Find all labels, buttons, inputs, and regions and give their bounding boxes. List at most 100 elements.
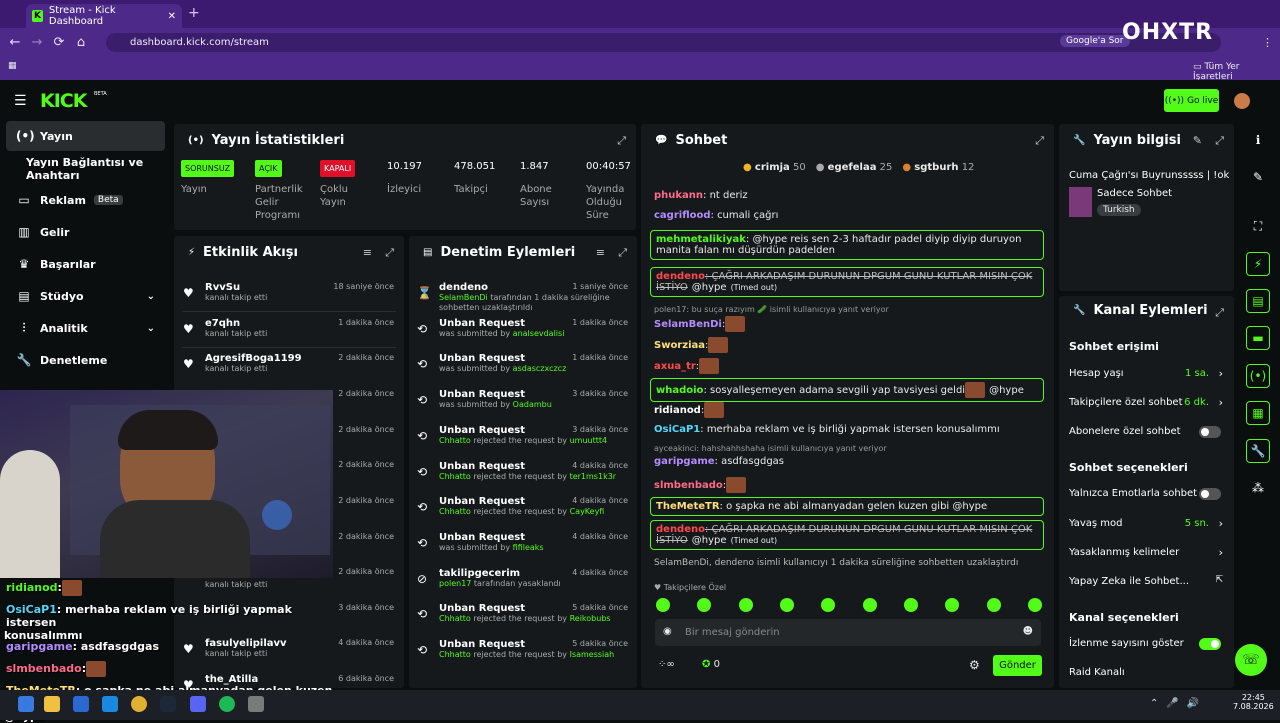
kick-logo[interactable]: KICK [40,90,87,112]
chat-message[interactable]: ayceakinci: hahshahhshaha isimli kullanı… [654,444,1046,453]
chat-message[interactable]: dendeno: ÇAĞRI ARKADAŞIM DURUNUN DPGUM G… [650,520,1044,550]
chat-username[interactable]: OsiCaP1 [654,424,700,435]
sidebar-item-stream[interactable]: (•) Yayın [6,121,165,151]
gear-icon[interactable]: ⚙ [969,658,980,672]
close-icon[interactable]: ✕ [168,11,176,22]
chat-message[interactable]: phukann: nt deriz [654,190,1046,201]
chat-username[interactable]: ridianod [654,405,701,416]
raid-setting[interactable]: Raid Kanalı [1069,667,1225,678]
url-input[interactable]: dashboard.kick.com/stream [106,33,1221,52]
account-age-setting[interactable]: Hesap yaşı 1 sa. › [1069,367,1225,380]
emote-icon[interactable] [1027,598,1042,612]
chat-message[interactable]: cagriflood: cumali çağrı [654,210,1046,221]
moderation-row[interactable]: ⟲ Unban Request was submitted by fifileaks… [417,532,628,566]
chrome-icon[interactable] [131,696,147,712]
browser-tab[interactable]: K Stream - Kick Dashboard ✕ [26,4,182,28]
clock[interactable]: 22:45 7.08.2026 [1233,693,1274,711]
discord-icon[interactable] [190,696,206,712]
fullscreen-icon[interactable]: ⛶ [1246,214,1270,238]
viewer-count-setting[interactable]: İzlenme sayısını göster [1069,638,1225,650]
edge-icon[interactable] [102,696,118,712]
edit-icon[interactable]: ✎ [1193,134,1202,147]
emote-icon[interactable] [779,598,794,612]
all-bookmarks[interactable]: ▭ Tüm Yer İşaretleri [1193,62,1280,82]
moderation-row[interactable]: ⟲ Unban Request Chhatto rejected the reque… [417,425,628,459]
chat-message[interactable]: OsiCaP1: merhaba reklam ve iş birliği ya… [654,424,1046,435]
chat-username[interactable]: slmbenbado [654,480,723,491]
chat-message[interactable]: polen17: bu suça razıyım 🥒 isimli kullan… [654,305,1046,314]
subs-chat-setting[interactable]: Abonelere özel sohbet [1069,426,1225,438]
chat-message[interactable]: slmbenbado: [654,477,1046,493]
emote-icon[interactable] [697,598,712,612]
moderation-row[interactable]: ⟲ Unban Request was submitted by Oadambu 3 … [417,389,628,423]
forward-icon[interactable]: → [26,35,48,50]
apps-icon[interactable]: ⁂ [1246,476,1270,500]
chat-icon[interactable]: ▬ [1246,326,1270,350]
chat-message[interactable]: ridianod: [654,402,1046,418]
chat-message[interactable]: garipgame: asdfasgdgas [654,456,1046,467]
moderation-row[interactable]: ⟲ Unban Request Chhatto rejected the reque… [417,639,628,673]
chat-username[interactable]: dendeno [656,524,705,535]
emotes-only-setting[interactable]: Yalnızca Emotlarla sohbet [1069,488,1225,500]
explorer-icon[interactable] [44,696,60,712]
chat-message[interactable]: axua_tr: [654,358,1046,374]
go-live-button[interactable]: ((•)) Go live [1164,89,1219,112]
sidebar-item-stream-key[interactable]: Yayın Bağlantısı ve Anahtarı [6,154,165,184]
chat-input[interactable]: ◉ Bir mesaj gönderin ☻ [655,619,1041,646]
chat-username[interactable]: garipgame [654,456,715,467]
chat-message[interactable]: Sworziaa: [654,337,1046,353]
moderation-row[interactable]: ⟲ Unban Request Chhatto rejected the reque… [417,461,628,495]
moderation-row[interactable]: ⟲ Unban Request Chhatto rejected the reque… [417,603,628,637]
ai-chat-setting[interactable]: Yapay Zeka ile Sohbet... ⇱ [1069,575,1225,587]
apps-icon[interactable]: ▦ [8,61,17,71]
google-search-button[interactable]: Google'a Sor [1060,35,1130,47]
info-icon[interactable]: ℹ [1246,128,1270,152]
emote-icon[interactable] [945,598,960,612]
list-item[interactable]: ♥ RvvSu kanalı takip etti 18 saniye önce [183,282,394,312]
hamburger-icon[interactable]: ☰ [14,93,27,109]
chat-username[interactable]: Sworziaa [654,340,705,351]
spotify-icon[interactable] [219,696,235,712]
lightning-icon[interactable]: ⚡ [1246,252,1270,276]
send-button[interactable]: Gönder [993,655,1042,676]
emote-icon[interactable] [862,598,877,612]
moderation-row[interactable]: ⟲ Unban Request was submitted by analsevda… [417,318,628,352]
leaderboard-item[interactable]: ● egefelaa 25 [816,162,893,173]
document-icon[interactable]: ▤ [1246,289,1270,313]
steam-icon[interactable] [160,696,176,712]
category-name[interactable]: Sadece Sohbet [1097,188,1172,199]
menu-icon[interactable]: ⋮ [1262,36,1273,49]
expand-icon[interactable]: ⤢ [1215,134,1224,148]
chat-message[interactable]: whadoio: sosyalleşemeyen adama sevgili y… [650,378,1044,402]
emote-icon[interactable] [903,598,918,612]
leaderboard-item[interactable]: ● sgtburh 12 [902,162,974,173]
app-icon[interactable] [248,696,264,712]
reload-icon[interactable]: ⟳ [48,35,70,50]
emoji-icon[interactable]: ☻ [1023,626,1033,637]
chat-message[interactable]: dendeno: ÇAĞRI ARKADAŞIM DURUNUN DPGUM G… [650,267,1044,297]
tray-icons[interactable]: ⌃🎤🔊 [1150,698,1207,709]
kick-points-icon[interactable]: ⁘∞ [658,659,675,670]
support-button[interactable]: ☏ [1235,644,1267,676]
chat-message[interactable]: TheMeteTR: o şapka ne abi almanyadan gel… [650,497,1044,516]
edit-icon[interactable]: ✎ [1246,165,1270,189]
chat-username[interactable]: phukann [654,190,703,201]
moderation-row[interactable]: ⊘ takilipgecerim polen17 tarafından yasakl… [417,568,628,602]
expand-icon[interactable]: ⤢ [1035,134,1044,148]
sidebar-item-analytics[interactable]: ⫶ Analitik ⌄ [6,313,165,343]
moderation-row[interactable]: ⟲ Unban Request Chhatto rejected the reque… [417,496,628,530]
list-item[interactable]: ♥ AgresifBoga1199 kanalı takip etti 2 dakik… [183,353,394,383]
chat-username[interactable]: axua_tr [654,361,696,372]
emote-icon[interactable] [986,598,1001,612]
chat-username[interactable]: dendeno [656,271,705,282]
sidebar-item-studio[interactable]: ▤ Stüdyo ⌄ [6,281,165,311]
filter-icon[interactable]: ≡ [363,246,372,259]
chat-message[interactable]: mehmetalikiyak: @hype reis sen 2-3 hafta… [650,230,1044,260]
sidebar-item-moderation[interactable]: 🔧 Denetleme [6,345,165,375]
sidebar-item-achievements[interactable]: ♛ Başarılar [6,249,165,279]
chat-username[interactable]: whadoio [656,385,703,396]
chat-username[interactable]: SelamBenDi [654,319,722,330]
sidebar-item-ads[interactable]: ▭ Reklam Beta [6,185,165,215]
broadcast-icon[interactable]: (•) [1246,364,1270,388]
followers-chat-setting[interactable]: Takipçilere özel sohbet 6 dk. › [1069,396,1225,409]
